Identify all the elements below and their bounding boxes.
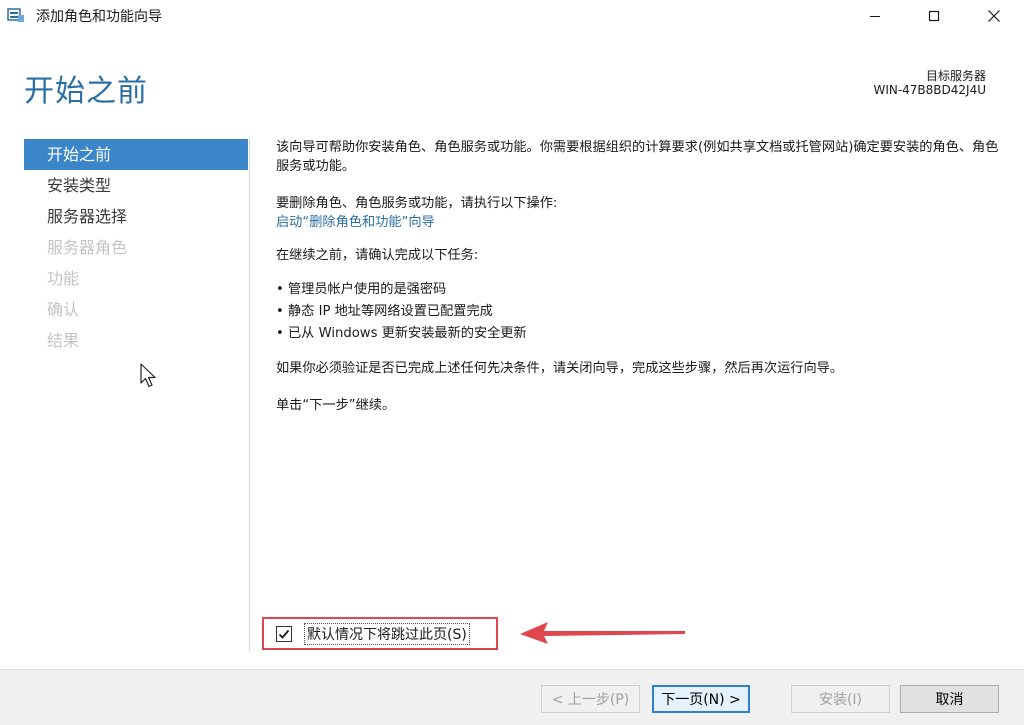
previous-button[interactable]: < 上一步(P) [541,685,640,713]
page-title: 开始之前 [24,74,148,109]
skip-page-checkbox[interactable] [276,626,292,642]
list-item: • 管理员帐户使用的是强密码 [276,282,447,297]
maximize-icon [928,10,940,22]
nav-item-server-roles: 服务器角色 [47,238,128,257]
target-server-name: WIN-47B8BD42J4U [873,83,986,97]
nav-item-results: 结果 [47,331,80,350]
wizard-window: 添加角色和功能向导 开始之前 目标服务器 WIN-47B8BD42J4U 开始之… [0,0,1024,725]
title-bar: 添加角色和功能向导 [0,0,1024,32]
nav-item-features: 功能 [47,269,80,288]
before-continue-text: 在继续之前，请确认完成以下任务: [276,248,479,263]
window-title: 添加角色和功能向导 [36,9,162,25]
verify-text: 如果你必须验证是否已完成上述任何先决条件，请关闭向导，完成这些步骤，然后再次运行… [276,361,844,376]
skip-page-checkbox-row[interactable]: 默认情况下将跳过此页(S) [276,623,470,645]
nav-item-before-you-begin[interactable]: 开始之前 [24,139,248,170]
nav-divider [249,139,250,651]
content-pane: 该向导可帮助你安装角色、角色服务或功能。你需要根据组织的计算要求(例如共享文档或… [276,138,1006,415]
skip-page-label[interactable]: 默认情况下将跳过此页(S) [304,623,470,645]
close-icon [988,10,1000,22]
nav-item-installation-type[interactable]: 安装类型 [24,170,248,201]
maximize-button[interactable] [911,0,957,32]
install-button[interactable]: 安装(I) [791,685,890,713]
wizard-nav: 开始之前 安装类型 服务器选择 服务器角色 功能 确认 结果 [24,139,248,356]
target-server-label: 目标服务器 [925,69,986,83]
list-item: • 已从 Windows 更新安装最新的安全更新 [276,326,527,341]
nav-item-confirmation: 确认 [47,300,80,319]
red-arrow-icon [520,622,685,644]
remove-instructions: 要删除角色、角色服务或功能，请执行以下操作: [276,196,558,211]
minimize-button[interactable] [852,0,898,32]
checkmark-icon [278,629,290,639]
mouse-cursor-icon [140,363,156,388]
list-item: • 静态 IP 地址等网络设置已配置完成 [276,304,493,319]
minimize-icon [870,16,880,17]
intro-text: 该向导可帮助你安装角色、角色服务或功能。你需要根据组织的计算要求(例如共享文档或… [276,140,999,174]
nav-item-server-selection[interactable]: 服务器选择 [24,201,248,232]
server-manager-icon [7,8,24,22]
next-button[interactable]: 下一页(N) > [652,685,750,713]
continue-text: 单击“下一步”继续。 [276,398,396,413]
close-button[interactable] [971,0,1017,32]
prerequisite-list: • 管理员帐户使用的是强密码 • 静态 IP 地址等网络设置已配置完成 • 已从 Wi… [276,279,1006,345]
remove-roles-link[interactable]: 启动“删除角色和功能”向导 [276,215,435,230]
cancel-button[interactable]: 取消 [900,685,999,713]
